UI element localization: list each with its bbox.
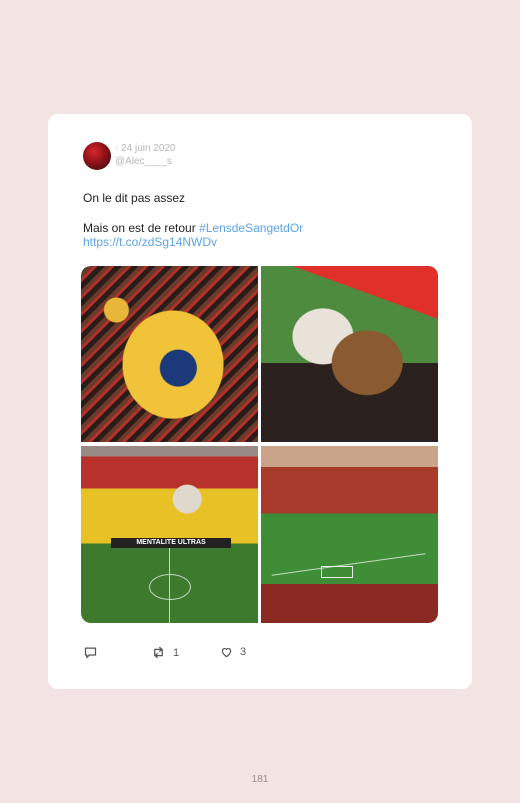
tweet-date: · 24 juin 2020: [115, 143, 176, 154]
tweet-text-prefix: Mais on est de retour: [83, 221, 200, 235]
url-link[interactable]: https://t.co/zdSg14NWDv: [83, 235, 217, 249]
tweet-text-line2: Mais on est de retour #LensdeSangetdOr h…: [83, 221, 443, 249]
user-handle[interactable]: @Alec____s: [115, 156, 172, 167]
photo-fans-flags[interactable]: [261, 266, 438, 442]
tweet-actions: 1 3: [48, 645, 472, 663]
like-button[interactable]: 3: [219, 645, 246, 659]
heart-icon: [221, 648, 232, 658]
like-count: 3: [240, 646, 247, 658]
photo-stadium-sunset[interactable]: [261, 446, 438, 623]
tweet-text-line1: On le dit pas assez: [83, 191, 186, 205]
reply-icon: [84, 647, 97, 659]
hashtag-link[interactable]: #LensdeSangetdOr: [199, 221, 303, 235]
pitch-circle: [149, 574, 191, 600]
photo-ultras-tifo[interactable]: [81, 266, 258, 442]
reply-button[interactable]: [83, 645, 98, 660]
page-number: 181: [251, 774, 269, 785]
retweet-button[interactable]: 1: [150, 645, 179, 660]
avatar[interactable]: [83, 142, 111, 170]
retweet-icon: [154, 646, 163, 659]
banner-text: MENTALITE ULTRAS: [111, 538, 231, 548]
retweet-count: 1: [173, 646, 180, 659]
tweet-card: · 24 juin 2020 @Alec____s On le dit pas …: [48, 114, 472, 689]
goal: [321, 566, 353, 578]
photo-grid: MENTALITE ULTRAS: [81, 266, 438, 623]
photo-stadium-banner[interactable]: MENTALITE ULTRAS: [81, 446, 258, 623]
